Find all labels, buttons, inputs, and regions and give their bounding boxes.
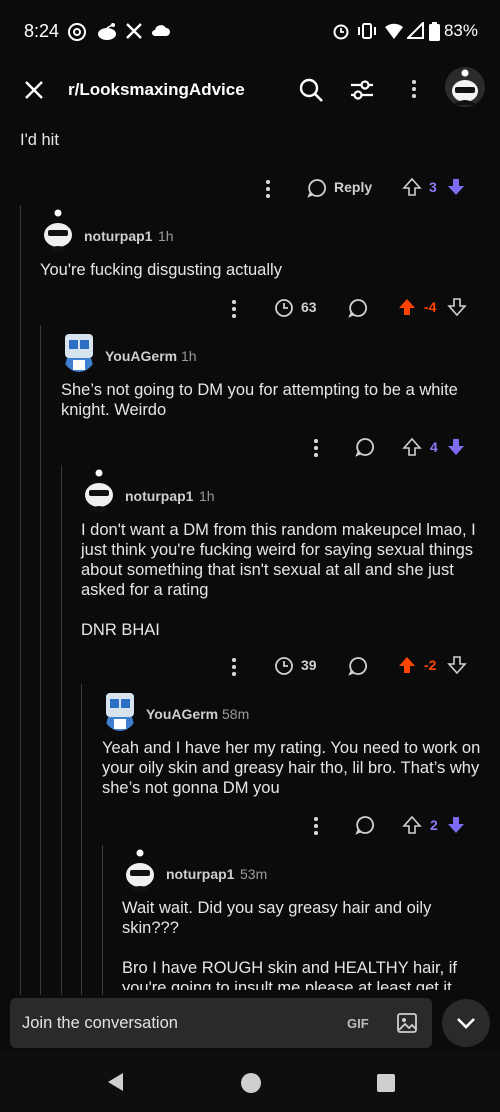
thread-line[interactable] bbox=[40, 325, 41, 995]
thread-line[interactable] bbox=[81, 684, 82, 995]
award-count: 63 bbox=[301, 299, 317, 315]
comment-age: 1h bbox=[181, 348, 197, 364]
comment-icon[interactable] bbox=[355, 815, 375, 835]
comment-more-icon[interactable] bbox=[266, 180, 270, 201]
comment-username[interactable]: noturpap1 bbox=[166, 866, 234, 882]
comment-username[interactable]: noturpap1 bbox=[84, 228, 152, 244]
vote-count: -4 bbox=[424, 299, 437, 315]
collapse-thread-button[interactable] bbox=[442, 999, 490, 1047]
avatar[interactable] bbox=[102, 687, 138, 731]
comment-more-icon[interactable] bbox=[232, 658, 236, 679]
comment-age: 1h bbox=[158, 228, 174, 244]
comment-more-icon[interactable] bbox=[314, 439, 318, 460]
vote-count: 4 bbox=[430, 439, 438, 455]
comment-username[interactable]: YouAGerm bbox=[146, 706, 218, 722]
upvote-icon[interactable] bbox=[402, 815, 422, 835]
x-icon bbox=[126, 23, 142, 39]
thread-line[interactable] bbox=[61, 465, 62, 995]
thread-line[interactable] bbox=[20, 205, 21, 995]
more-options-icon[interactable] bbox=[412, 80, 416, 101]
status-bar: 8:24 83% bbox=[0, 0, 500, 62]
comment-icon[interactable] bbox=[348, 656, 368, 676]
comment-body: Wait wait. Did you say greasy hair and o… bbox=[122, 899, 458, 990]
signal-icon bbox=[407, 22, 424, 39]
subreddit-title[interactable]: r/LooksmaxingAdvice bbox=[68, 80, 245, 100]
threads-icon bbox=[68, 23, 86, 41]
comment-username[interactable]: YouAGerm bbox=[105, 348, 177, 364]
comment-body: I don't want a DM from this random makeu… bbox=[81, 521, 476, 639]
gif-button[interactable]: GIF bbox=[347, 1016, 369, 1031]
avatar[interactable] bbox=[61, 328, 97, 372]
reddit-icon bbox=[98, 23, 116, 40]
award-icon[interactable] bbox=[274, 298, 294, 318]
status-time: 8:24 bbox=[24, 21, 60, 41]
avatar[interactable] bbox=[122, 848, 158, 892]
comment-body: She’s not going to DM you for attempting… bbox=[61, 381, 463, 419]
upvote-icon[interactable] bbox=[402, 177, 422, 197]
downvote-icon[interactable] bbox=[446, 437, 466, 457]
home-icon[interactable] bbox=[240, 1072, 262, 1094]
reply-icon[interactable] bbox=[307, 178, 327, 198]
comment-age: 58m bbox=[222, 706, 250, 722]
vibrate-icon bbox=[358, 23, 376, 39]
wifi-icon bbox=[385, 23, 403, 39]
vote-count: 3 bbox=[429, 179, 437, 195]
search-icon[interactable] bbox=[298, 77, 324, 103]
thread-line[interactable] bbox=[102, 845, 103, 995]
award-icon[interactable] bbox=[274, 656, 294, 676]
vote-count: -2 bbox=[424, 657, 437, 673]
downvote-icon[interactable] bbox=[447, 655, 467, 675]
upvote-icon[interactable] bbox=[397, 297, 417, 317]
comment-body: Yeah and I have her my rating. You need … bbox=[102, 739, 485, 797]
comment-username[interactable]: noturpap1 bbox=[125, 488, 193, 504]
downvote-icon[interactable] bbox=[447, 297, 467, 317]
close-icon[interactable] bbox=[23, 79, 45, 101]
upvote-icon[interactable] bbox=[402, 437, 422, 457]
avatar[interactable] bbox=[40, 208, 76, 252]
upvote-icon[interactable] bbox=[397, 655, 417, 675]
avatar[interactable] bbox=[81, 468, 117, 512]
comment-more-icon[interactable] bbox=[314, 817, 318, 838]
comment-age: 1h bbox=[199, 488, 215, 504]
chevron-down-icon bbox=[457, 1018, 475, 1029]
recents-icon[interactable] bbox=[376, 1073, 396, 1093]
composer-placeholder[interactable]: Join the conversation bbox=[22, 1014, 178, 1033]
comment-body-clip: Wait wait. Did you say greasy hair and o… bbox=[122, 898, 486, 990]
downvote-icon[interactable] bbox=[446, 815, 466, 835]
filter-icon[interactable] bbox=[349, 78, 375, 102]
comment-more-icon[interactable] bbox=[232, 300, 236, 321]
battery-icon bbox=[429, 22, 440, 41]
downvote-icon[interactable] bbox=[446, 177, 466, 197]
comment-age: 53m bbox=[240, 866, 268, 882]
image-icon[interactable] bbox=[396, 1012, 418, 1034]
comment-icon[interactable] bbox=[355, 437, 375, 457]
award-count: 39 bbox=[301, 657, 317, 673]
back-icon[interactable] bbox=[105, 1071, 125, 1093]
comment-icon[interactable] bbox=[348, 298, 368, 318]
alarm-icon bbox=[333, 24, 349, 40]
cloud-icon bbox=[152, 25, 170, 36]
reply-button[interactable]: Reply bbox=[334, 179, 372, 195]
vote-count: 2 bbox=[430, 817, 438, 833]
comment-body: I'd hit bbox=[20, 131, 59, 149]
comment-body: You're fucking disgusting actually bbox=[40, 261, 282, 279]
user-avatar[interactable] bbox=[445, 67, 485, 107]
battery-percent: 83% bbox=[443, 21, 478, 40]
